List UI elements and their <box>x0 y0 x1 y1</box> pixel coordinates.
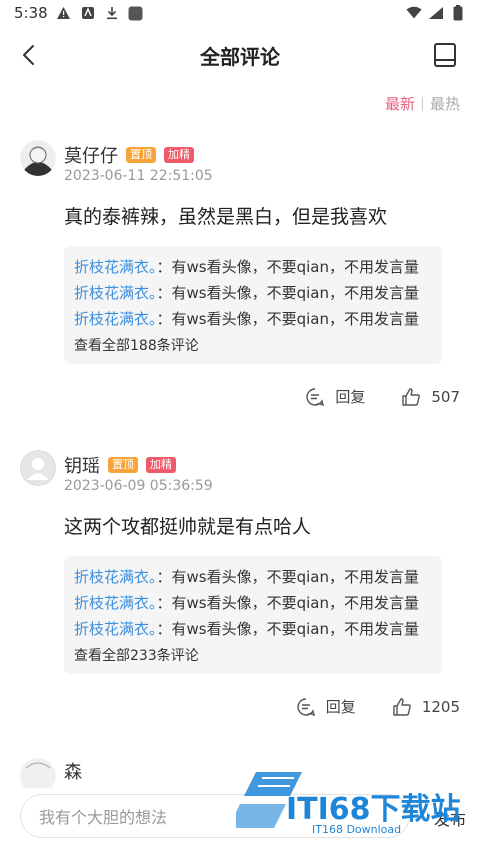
book-button[interactable] <box>430 40 460 70</box>
download-icon <box>104 5 120 21</box>
reply-content: ：有ws看头像，不要qian，不用发言量 <box>156 620 419 638</box>
like-count: 507 <box>431 387 460 406</box>
like-button[interactable]: 1205 <box>392 697 460 717</box>
status-bar: 5:38 <box>0 0 480 26</box>
reply-username[interactable]: 折枝花满衣。 <box>74 620 157 638</box>
wifi-icon <box>406 5 422 21</box>
top-bar: 全部评论 <box>0 26 480 84</box>
reply-button[interactable]: 回复 <box>296 696 356 717</box>
comment-actions: 回复 507 <box>305 386 460 407</box>
thumbs-up-icon <box>393 697 411 716</box>
reply-label: 回复 <box>325 698 356 716</box>
comment-header: 森 <box>64 758 82 784</box>
comment-text: 真的泰裤辣，虽然是黑白，但是我喜欢 <box>64 206 388 228</box>
view-all-replies-link[interactable]: 查看全部233条评论 <box>74 646 432 666</box>
warning-icon <box>56 5 72 21</box>
book-icon <box>434 43 456 67</box>
status-time: 5:38 <box>14 4 48 22</box>
reply-username[interactable]: 折枝花满衣。 <box>74 310 157 328</box>
comment-username[interactable]: 莫仔仔 <box>64 142 118 168</box>
reply-content: ：有ws看头像，不要qian，不用发言量 <box>156 568 419 586</box>
comment-username[interactable]: 钥瑶 <box>64 452 100 478</box>
pinned-badge: 置顶 <box>108 457 138 473</box>
reply-content: ：有ws看头像，不要qian，不用发言量 <box>156 284 419 302</box>
comment-bubble-icon <box>306 387 325 406</box>
reply-username[interactable]: 折枝花满衣。 <box>74 258 157 276</box>
avatar[interactable] <box>20 140 56 176</box>
comment-header: 莫仔仔 置顶 加精 <box>64 142 194 168</box>
reply-username[interactable]: 折枝花满衣。 <box>74 284 157 302</box>
battery-icon <box>450 5 466 21</box>
reply-content: ：有ws看头像，不要qian，不用发言量 <box>156 594 419 612</box>
reply-content: ：有ws看头像，不要qian，不用发言量 <box>156 310 419 328</box>
comment-text: 这两个攻都挺帅就是有点哈人 <box>64 516 312 538</box>
pinned-badge: 置顶 <box>126 147 156 163</box>
like-button[interactable]: 507 <box>401 387 460 407</box>
avatar[interactable] <box>20 450 56 486</box>
replies-box[interactable]: 折枝花满衣。：有ws看头像，不要qian，不用发言量 折枝花满衣。：有ws看头像… <box>64 556 442 674</box>
sort-hot-tab[interactable]: 最热 <box>430 93 460 114</box>
reply-username[interactable]: 折枝花满衣。 <box>74 594 157 612</box>
square-app-icon <box>128 5 144 21</box>
reply-item: 折枝花满衣。：有ws看头像，不要qian，不用发言量 <box>74 564 432 590</box>
watermark-subtext: IT168 Download <box>312 823 402 836</box>
featured-badge: 加精 <box>164 147 194 163</box>
comment-time: 2023-06-09 05:36:59 <box>64 478 213 494</box>
back-arrow-icon <box>23 45 34 65</box>
reply-item: 折枝花满衣。：有ws看头像，不要qian，不用发言量 <box>74 306 432 332</box>
app-notification-icon <box>80 5 96 21</box>
like-count: 1205 <box>421 697 460 716</box>
reply-item: 折枝花满衣。：有ws看头像，不要qian，不用发言量 <box>74 616 432 642</box>
signal-icon <box>428 5 444 21</box>
back-button[interactable] <box>14 40 44 70</box>
comment-time: 2023-06-11 22:51:05 <box>64 168 213 184</box>
reply-item: 折枝花满衣。：有ws看头像，不要qian，不用发言量 <box>74 254 432 280</box>
reply-content: ：有ws看头像，不要qian，不用发言量 <box>156 258 419 276</box>
sort-divider <box>421 96 423 111</box>
reply-item: 折枝花满衣。：有ws看头像，不要qian，不用发言量 <box>74 280 432 306</box>
reply-item: 折枝花满衣。：有ws看头像，不要qian，不用发言量 <box>74 590 432 616</box>
replies-box[interactable]: 折枝花满衣。：有ws看头像，不要qian，不用发言量 折枝花满衣。：有ws看头像… <box>64 246 442 364</box>
sort-latest-tab[interactable]: 最新 <box>385 93 415 114</box>
comment-actions: 回复 1205 <box>296 696 460 717</box>
site-watermark: ITI68下载站 IT168 Download <box>236 766 472 840</box>
reply-label: 回复 <box>335 388 366 406</box>
featured-badge: 加精 <box>146 457 176 473</box>
watermark-text: ITI68下载站 <box>286 792 461 827</box>
comment-header: 钥瑶 置顶 加精 <box>64 452 176 478</box>
comment-username[interactable]: 森 <box>64 758 82 784</box>
comment-bubble-icon <box>297 697 315 716</box>
view-all-replies-link[interactable]: 查看全部188条评论 <box>74 336 432 356</box>
reply-username[interactable]: 折枝花满衣。 <box>74 568 157 586</box>
reply-button[interactable]: 回复 <box>305 386 365 407</box>
page-title: 全部评论 <box>200 44 280 69</box>
thumbs-up-icon <box>402 387 421 406</box>
sort-bar: 最新 最热 <box>385 93 460 114</box>
